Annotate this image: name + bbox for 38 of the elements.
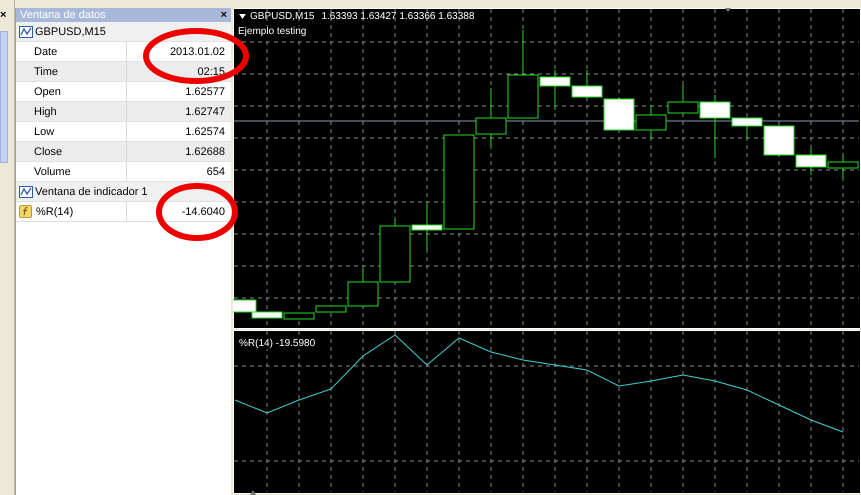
field-label: Date (34, 46, 58, 58)
field-value: -14.6040 (182, 206, 225, 218)
panel-title: Ventana de datos (20, 9, 106, 21)
candlestick (764, 126, 794, 156)
field-label: %R(14) (36, 206, 74, 218)
scroll-marker-icon (725, 8, 731, 12)
field-value: 2013.01.02 (170, 46, 225, 58)
candlestick (828, 154, 858, 180)
field-label: Volume (34, 166, 71, 178)
chart-caption: Ejemplo testing (238, 26, 306, 37)
field-label: Open (34, 86, 61, 98)
field-value: 1.62577 (185, 86, 225, 98)
candlestick (796, 148, 826, 176)
scroll-marker-icon (250, 490, 256, 495)
field-label: Close (34, 146, 62, 158)
candlestick (636, 104, 666, 140)
chart-symbol: GBPUSD,M15 (250, 11, 314, 22)
field-value: 1.62747 (185, 106, 225, 118)
chart-icon (19, 26, 33, 38)
field-value: 654 (206, 166, 225, 178)
field-value: 02:15 (197, 66, 225, 78)
group-label: Ventana de indicador 1 (35, 186, 148, 198)
candlestick (604, 98, 634, 130)
field-label: High (34, 106, 57, 118)
dropdown-icon[interactable] (239, 14, 246, 19)
field-value: 1.62574 (185, 126, 225, 138)
chart-icon (19, 186, 33, 198)
close-button[interactable]: × (0, 9, 6, 21)
group-label: GBPUSD,M15 (35, 26, 106, 38)
field-value: 1.62688 (185, 146, 225, 158)
field-label: Low (34, 126, 54, 138)
function-icon (19, 205, 32, 218)
close-button[interactable]: × (220, 9, 227, 21)
field-label: Time (34, 66, 58, 78)
candlestick (572, 70, 602, 100)
chart-prices: 1.63393 1.63427 1.63366 1.63388 (321, 11, 474, 22)
scrollbar[interactable] (0, 31, 8, 163)
indicator-label: %R(14) -19.5980 (239, 338, 316, 349)
